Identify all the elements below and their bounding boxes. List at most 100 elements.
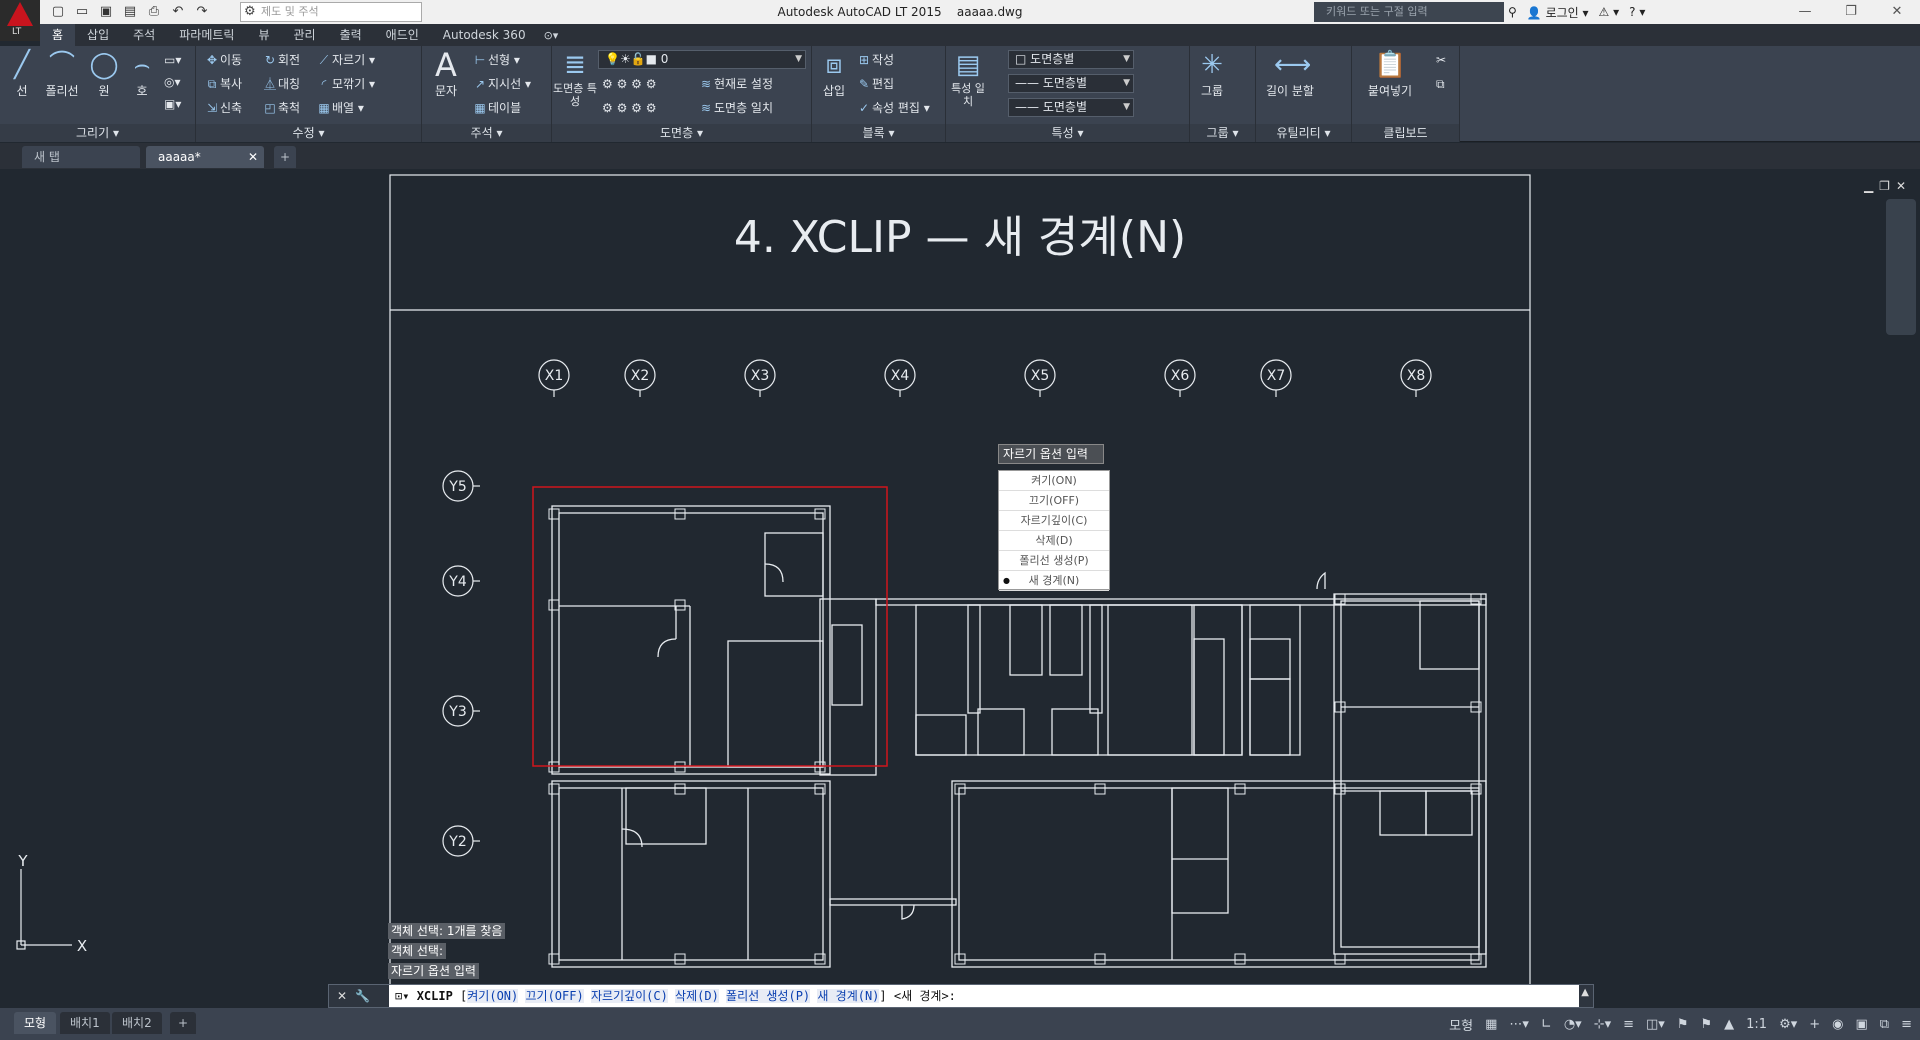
clip-option-item[interactable]: 자르기깊이(C) <box>999 511 1109 531</box>
edit-block-button[interactable]: ✎ 편집 <box>856 74 894 94</box>
layer-tools-row1[interactable]: ⚙ ⚙ ⚙ ⚙ <box>602 74 656 94</box>
file-tab-current[interactable]: aaaaa* ✕ <box>146 146 264 168</box>
print-icon[interactable]: ⎙ <box>144 2 164 22</box>
command-option[interactable]: 새 경계(N) <box>817 989 880 1003</box>
lineweight-icon[interactable]: ≡ <box>1623 1017 1634 1032</box>
ribbon-tab[interactable]: Autodesk 360 <box>431 24 538 46</box>
layer-properties-button[interactable]: ≣ 도면층 특성 <box>552 48 598 108</box>
group-button[interactable]: ✳ 그룹 <box>1192 48 1232 99</box>
ribbon-tab[interactable]: 관리 <box>281 24 327 46</box>
paste-button[interactable]: 📋 붙여넣기 <box>1358 48 1422 99</box>
command-option[interactable]: 자르기깊이(C) <box>590 989 668 1003</box>
match-properties-button[interactable]: ▤ 특성 일치 <box>948 48 988 108</box>
customize-wrench-icon[interactable]: 🔧 <box>355 989 370 1003</box>
auto-scale-icon[interactable]: ⚑ <box>1700 1017 1712 1032</box>
viewport-close-icon[interactable]: ✕ <box>1896 179 1906 193</box>
scale-button[interactable]: ◰ 축척 <box>262 98 300 118</box>
ribbon-tab[interactable]: 출력 <box>328 24 374 46</box>
navigation-bar[interactable] <box>1886 199 1916 335</box>
rotate-button[interactable]: ↻ 회전 <box>262 50 300 70</box>
stretch-button[interactable]: ⇲ 신축 <box>204 98 242 118</box>
text-button[interactable]: A 문자 <box>426 48 466 99</box>
edit-attributes-button[interactable]: ✓ 속성 편집 ▾ <box>856 98 930 118</box>
add-layout-button[interactable]: + <box>170 1012 196 1034</box>
grid-icon[interactable]: ▦ <box>1485 1017 1497 1032</box>
clip-option-item[interactable]: 새 경계(N) <box>999 571 1109 591</box>
annotation-scale-icon[interactable]: ▲ <box>1724 1017 1734 1032</box>
close-tab-icon[interactable]: ✕ <box>248 146 258 168</box>
annotation-visibility-icon[interactable]: ⚑ <box>1677 1017 1689 1032</box>
workspace-gear-icon[interactable]: ⚙▾ <box>1779 1017 1797 1032</box>
layer-tools-row2[interactable]: ⚙ ⚙ ⚙ ⚙ <box>602 98 656 118</box>
plus-icon[interactable]: + <box>1809 1017 1820 1032</box>
measure-button[interactable]: ⟷ 길이 분할 <box>1260 48 1320 99</box>
layer-match-button[interactable]: ≋ 도면층 일치 <box>698 98 773 118</box>
rectangle-icon[interactable]: ▭▾ <box>164 50 181 70</box>
open-file-icon[interactable]: ▭ <box>72 2 92 22</box>
close-command-icon[interactable]: ✕ <box>337 989 347 1003</box>
snap-icon[interactable]: ⋯▾ <box>1509 1017 1529 1032</box>
command-history-toggle-icon[interactable]: ▲ <box>1581 987 1589 998</box>
layer-dropdown[interactable]: 💡☀🔓■ 0 ▼ <box>598 50 806 69</box>
panel-annotation-title[interactable]: 주석 ▾ <box>422 124 551 142</box>
ortho-icon[interactable]: ∟ <box>1541 1017 1552 1032</box>
command-input[interactable]: ⊡▾ XCLIP [켜기(ON) 끄기(OFF) 자르기깊이(C) 삭제(D) … <box>389 985 1579 1007</box>
layout-tab[interactable]: 배치1 <box>60 1012 110 1034</box>
polar-icon[interactable]: ◔▾ <box>1564 1017 1582 1032</box>
drawing-canvas[interactable]: 4. XCLIP — 새 경계(N) X1 X2 X3 X4 X5 X6 X7 X8 Y5 Y4… <box>0 169 1920 1005</box>
ribbon-tab[interactable]: 뷰 <box>246 24 281 46</box>
leader-button[interactable]: ↗ 지시선 ▾ <box>472 74 531 94</box>
panel-modify-title[interactable]: 수정 ▾ <box>196 124 421 142</box>
viewport-restore-icon[interactable]: ❐ <box>1879 179 1890 193</box>
polyline-button[interactable]: ⌒ 폴리선 <box>42 48 82 99</box>
help-icon[interactable]: ? ▾ <box>1629 5 1645 19</box>
restore-icon[interactable]: ❐ <box>1828 0 1874 24</box>
clip-option-item[interactable]: 삭제(D) <box>999 531 1109 551</box>
region-icon[interactable]: ▣▾ <box>164 94 181 114</box>
ribbon-tab[interactable]: 홈 <box>40 24 76 46</box>
ribbon-tab[interactable]: 삽입 <box>75 24 121 46</box>
hardware-acceleration-icon[interactable]: ▣ <box>1856 1017 1868 1032</box>
save-icon[interactable]: ▣ <box>96 2 116 22</box>
copy-clip-icon[interactable]: ⧉ <box>1436 74 1445 94</box>
minimize-icon[interactable]: — <box>1782 0 1828 24</box>
transparency-icon[interactable]: ◫▾ <box>1646 1017 1665 1032</box>
ribbon-options-icon[interactable]: ⊙▾ <box>544 29 559 42</box>
ribbon-tab[interactable]: 애드인 <box>374 24 431 46</box>
isolate-objects-icon[interactable]: ◉ <box>1832 1017 1843 1032</box>
move-button[interactable]: ✥ 이동 <box>204 50 242 70</box>
file-tab-start[interactable]: 새 탭 <box>22 146 140 168</box>
search-input[interactable]: 키워드 또는 구절 입력 <box>1314 2 1504 22</box>
panel-clipboard-title[interactable]: 클립보드 <box>1352 124 1459 142</box>
command-option[interactable]: 삭제(D) <box>675 989 719 1003</box>
customize-icon[interactable]: ≡ <box>1901 1017 1912 1032</box>
clip-option-item[interactable]: 폴리선 생성(P) <box>999 551 1109 571</box>
linear-dim-button[interactable]: ⊢ 선형 ▾ <box>472 50 520 70</box>
copy-button[interactable]: ⧉ 복사 <box>204 74 242 94</box>
panel-draw-title[interactable]: 그리기 ▾ <box>0 124 195 142</box>
ribbon-tab[interactable]: 주석 <box>121 24 167 46</box>
new-tab-button[interactable]: + <box>274 146 296 168</box>
model-space-toggle[interactable]: 모형 <box>1449 1015 1473 1034</box>
linetype-dropdown[interactable]: —— 도면층별 ▼ <box>1008 74 1134 93</box>
line-button[interactable]: ╱ 선 <box>2 48 42 99</box>
close-icon[interactable]: ✕ <box>1874 0 1920 24</box>
clip-option-item[interactable]: 끄기(OFF) <box>999 491 1109 511</box>
binoculars-icon[interactable]: ⚲ <box>1508 5 1517 19</box>
fillet-button[interactable]: ◜ 모깎기 ▾ <box>316 74 375 94</box>
trim-button[interactable]: ⟋ 자르기 ▾ <box>316 50 375 70</box>
lineweight-dropdown[interactable]: —— 도면층별 ▼ <box>1008 98 1134 117</box>
table-button[interactable]: ▦ 테이블 <box>472 98 521 118</box>
annotation-scale[interactable]: 1:1 <box>1746 1017 1767 1032</box>
clip-option-item[interactable]: 켜기(ON) <box>999 471 1109 491</box>
circle-button[interactable]: ◯ 원 <box>84 48 124 99</box>
undo-icon[interactable]: ↶ <box>168 2 188 22</box>
panel-layers-title[interactable]: 도면층 ▾ <box>552 124 811 142</box>
arc-button[interactable]: ⌢ 호 <box>122 48 162 99</box>
clean-screen-icon[interactable]: ⧉ <box>1880 1017 1889 1032</box>
color-dropdown[interactable]: □ 도면층별 ▼ <box>1008 50 1134 69</box>
save-as-icon[interactable]: ▤ <box>120 2 140 22</box>
ribbon-tab[interactable]: 파라메트릭 <box>167 24 246 46</box>
layout-tab[interactable]: 배치2 <box>112 1012 162 1034</box>
viewport-minimize-icon[interactable]: ▁ <box>1864 179 1873 193</box>
